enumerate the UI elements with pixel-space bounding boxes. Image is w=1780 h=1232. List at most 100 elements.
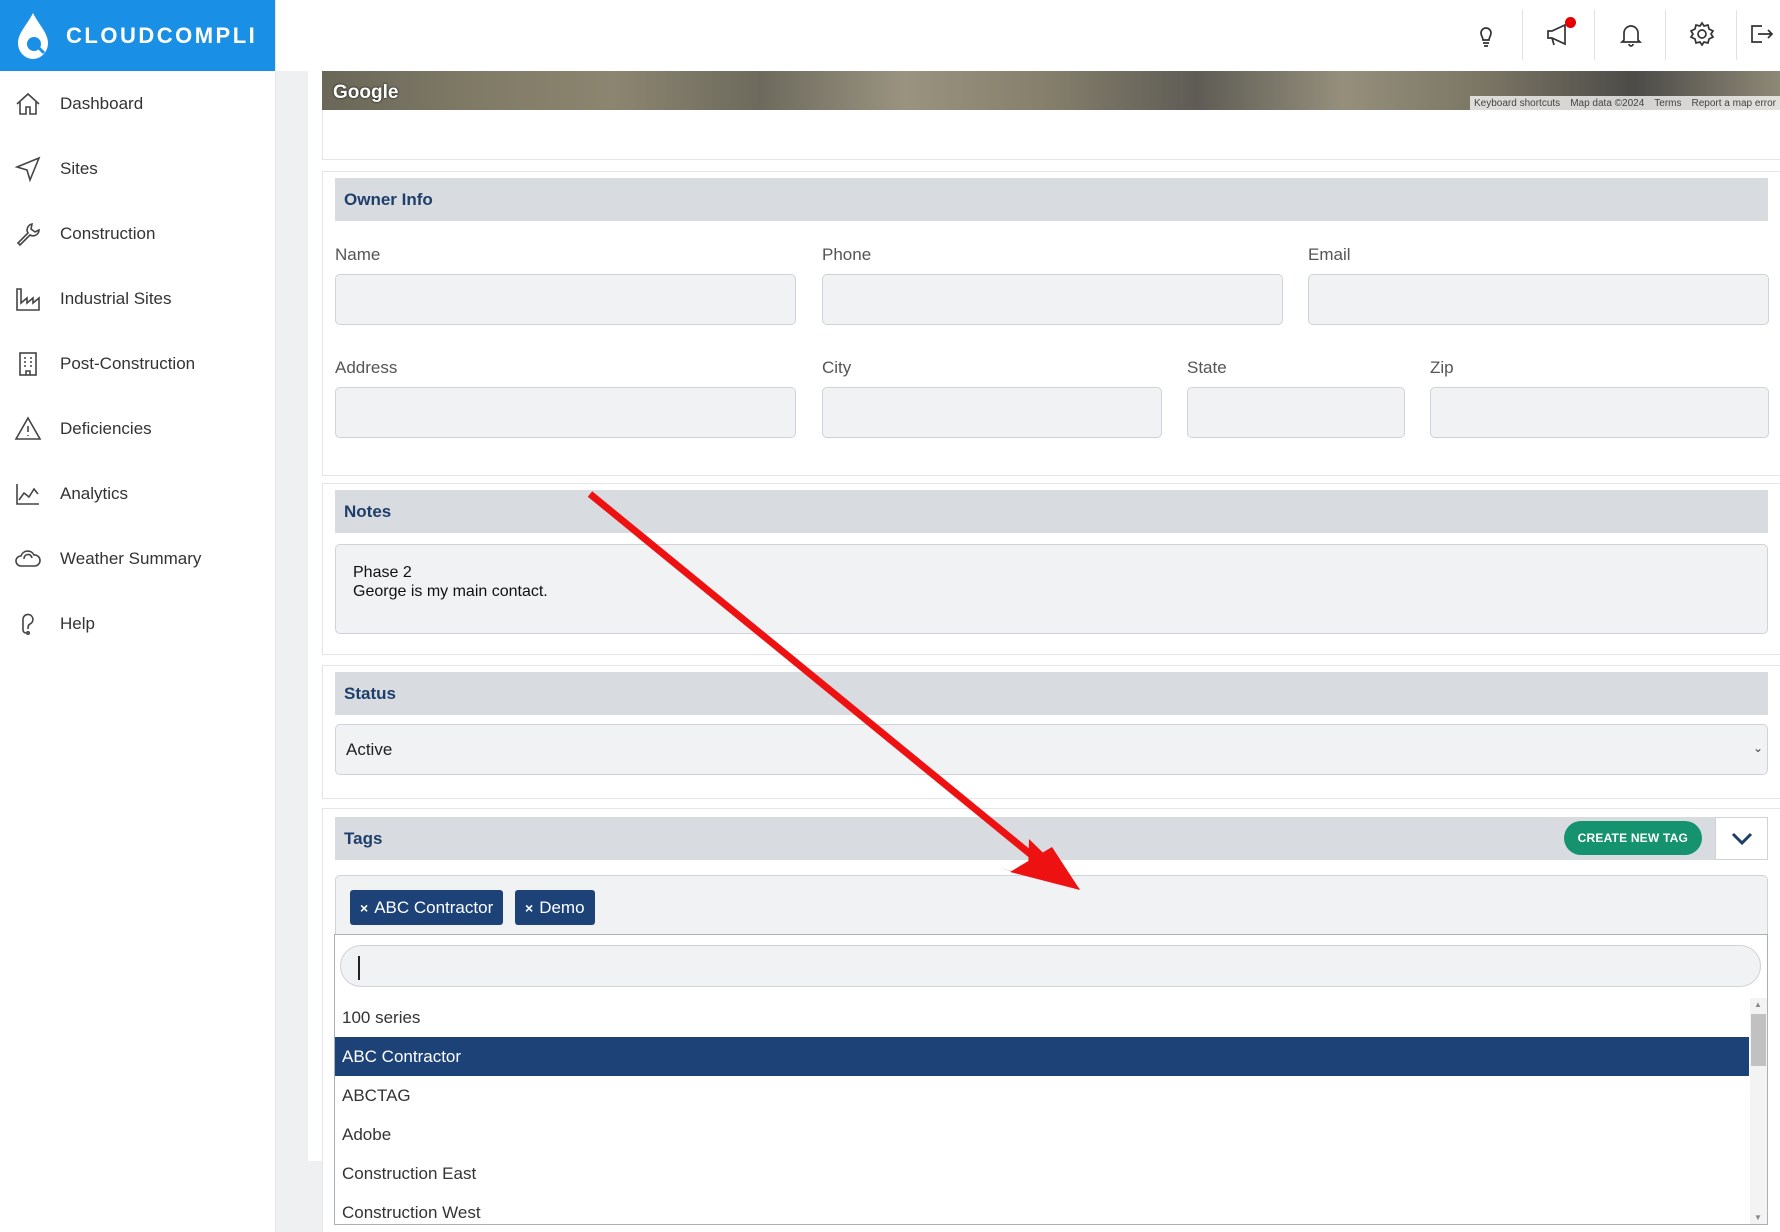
brand-name: CLOUDCOMPLI bbox=[66, 22, 258, 48]
state-label: State bbox=[1187, 358, 1227, 377]
chart-icon bbox=[16, 483, 39, 505]
tags-multiselect[interactable]: × ABC Contractor × Demo bbox=[335, 875, 1768, 935]
factory-icon bbox=[16, 287, 40, 311]
sidebar-item-construction[interactable]: Construction bbox=[0, 201, 275, 266]
chevron-down-icon: ⌄ bbox=[1752, 741, 1763, 755]
logout-icon[interactable] bbox=[1746, 12, 1780, 56]
sidebar-item-label: Analytics bbox=[60, 483, 129, 503]
remove-tag-icon[interactable]: × bbox=[525, 900, 533, 916]
topbar-divider bbox=[1594, 10, 1595, 60]
map-attribution: Keyboard shortcuts Map data ©2024 Terms … bbox=[1470, 96, 1780, 110]
owner-name-field[interactable] bbox=[335, 274, 796, 325]
sidebar-item-label: Weather Summary bbox=[60, 548, 202, 568]
collapse-tags-button[interactable] bbox=[1715, 817, 1768, 860]
sidebar-item-label: Industrial Sites bbox=[60, 288, 172, 308]
name-label: Name bbox=[335, 245, 381, 264]
email-label: Email bbox=[1308, 245, 1351, 264]
sidebar-item-analytics[interactable]: Analytics bbox=[0, 461, 275, 526]
sidebar: CLOUDCOMPLI Dashboard Sites Construction… bbox=[0, 0, 276, 1232]
owner-address-field[interactable] bbox=[335, 387, 796, 438]
create-new-tag-button[interactable]: CREATE NEW TAG bbox=[1563, 821, 1702, 855]
sidebar-item-dashboard[interactable]: Dashboard bbox=[0, 71, 275, 136]
zip-label: Zip bbox=[1430, 358, 1454, 377]
topbar-divider bbox=[1522, 10, 1523, 60]
gear-icon[interactable] bbox=[1680, 12, 1724, 56]
tag-option[interactable]: Adobe bbox=[335, 1115, 1749, 1154]
selected-tag-chip[interactable]: × ABC Contractor bbox=[350, 890, 504, 925]
satellite-map[interactable]: Google Keyboard shortcuts Map data ©2024… bbox=[322, 71, 1780, 110]
notes-line: Phase 2 bbox=[353, 564, 412, 581]
sidebar-item-weather-summary[interactable]: Weather Summary bbox=[0, 526, 275, 591]
sidebar-item-label: Dashboard bbox=[60, 93, 144, 113]
section-title: Owner Info bbox=[335, 178, 1768, 221]
scroll-thumb[interactable] bbox=[1751, 1014, 1766, 1066]
address-label: Address bbox=[335, 358, 398, 377]
tag-option[interactable]: Construction West bbox=[335, 1193, 1749, 1232]
owner-city-field[interactable] bbox=[822, 387, 1162, 438]
brand-header[interactable]: CLOUDCOMPLI bbox=[0, 0, 275, 71]
owner-state-field[interactable] bbox=[1187, 387, 1405, 438]
cloudcompli-logo-icon bbox=[18, 12, 48, 59]
phone-label: Phone bbox=[822, 245, 872, 264]
lightbulb-icon[interactable] bbox=[1464, 12, 1508, 56]
sidebar-item-label: Sites bbox=[60, 158, 98, 178]
section-title: Tags bbox=[344, 828, 383, 848]
tag-option[interactable]: 100 series bbox=[335, 998, 1749, 1037]
notes-line: George is my main contact. bbox=[353, 583, 548, 600]
sidebar-item-post-construction[interactable]: Post-Construction bbox=[0, 331, 275, 396]
tag-option[interactable]: ABCTAG bbox=[335, 1076, 1749, 1115]
section-title: Status bbox=[335, 672, 1768, 715]
dropdown-scrollbar[interactable]: ▲ ▼ bbox=[1750, 998, 1767, 1224]
tags-search-input[interactable] bbox=[340, 945, 1761, 987]
status-select[interactable]: Active ⌄ bbox=[335, 724, 1768, 775]
megaphone-icon[interactable] bbox=[1537, 12, 1581, 56]
status-section: Status Active ⌄ bbox=[322, 665, 1780, 799]
chevron-down-icon bbox=[1731, 832, 1752, 845]
tags-option-list: 100 series ABC Contractor ABCTAG Adobe C… bbox=[335, 998, 1749, 1232]
owner-info-section: Owner Info Name Phone Email Address City… bbox=[322, 171, 1780, 476]
home-icon bbox=[16, 92, 40, 115]
wrench-icon bbox=[16, 222, 40, 246]
navigation-icon bbox=[14, 156, 41, 182]
cloud-icon bbox=[15, 549, 41, 567]
sidebar-nav: Dashboard Sites Construction Industrial … bbox=[0, 71, 275, 656]
status-value: Active bbox=[346, 739, 393, 759]
sidebar-item-label: Deficiencies bbox=[60, 418, 152, 438]
scroll-down-icon[interactable]: ▼ bbox=[1754, 1213, 1762, 1222]
sidebar-item-label: Construction bbox=[60, 223, 156, 243]
tags-dropdown: 100 series ABC Contractor ABCTAG Adobe C… bbox=[334, 934, 1768, 1225]
owner-phone-field[interactable] bbox=[822, 274, 1283, 325]
topbar bbox=[276, 0, 1780, 71]
owner-email-field[interactable] bbox=[1308, 274, 1769, 325]
owner-zip-field[interactable] bbox=[1430, 387, 1769, 438]
keyboard-shortcuts-link[interactable]: Keyboard shortcuts bbox=[1474, 98, 1560, 109]
topbar-divider bbox=[1665, 10, 1666, 60]
building-icon bbox=[19, 351, 37, 376]
remove-tag-icon[interactable]: × bbox=[360, 900, 368, 916]
notes-textarea[interactable]: Phase 2 George is my main contact. bbox=[335, 544, 1768, 634]
map-card-footer bbox=[322, 110, 1780, 160]
city-label: City bbox=[822, 358, 852, 377]
tag-option[interactable]: Construction East bbox=[335, 1154, 1749, 1193]
notification-dot bbox=[1565, 17, 1576, 28]
google-logo: Google bbox=[333, 82, 399, 103]
sidebar-item-help[interactable]: Help bbox=[0, 591, 275, 656]
selected-tag-chip[interactable]: × Demo bbox=[515, 890, 595, 925]
text-caret bbox=[358, 956, 360, 980]
tag-option-highlighted[interactable]: ABC Contractor bbox=[335, 1037, 1749, 1076]
notes-section: Notes Phase 2 George is my main contact. bbox=[322, 483, 1780, 655]
sidebar-item-industrial-sites[interactable]: Industrial Sites bbox=[0, 266, 275, 331]
terms-link[interactable]: Terms bbox=[1654, 98, 1681, 109]
map-data-text: Map data ©2024 bbox=[1570, 97, 1645, 109]
scroll-up-icon[interactable]: ▲ bbox=[1754, 1000, 1762, 1009]
report-map-error-link[interactable]: Report a map error bbox=[1692, 98, 1776, 109]
sidebar-item-deficiencies[interactable]: Deficiencies bbox=[0, 396, 275, 461]
tag-label: Demo bbox=[539, 897, 585, 917]
sidebar-item-sites[interactable]: Sites bbox=[0, 136, 275, 201]
section-title: Notes bbox=[335, 490, 1768, 533]
tag-label: ABC Contractor bbox=[374, 897, 494, 917]
sidebar-item-label: Post-Construction bbox=[60, 353, 196, 373]
tags-header: Tags CREATE NEW TAG bbox=[335, 817, 1768, 860]
bell-icon[interactable] bbox=[1609, 12, 1653, 56]
sidebar-item-label: Help bbox=[60, 613, 95, 633]
